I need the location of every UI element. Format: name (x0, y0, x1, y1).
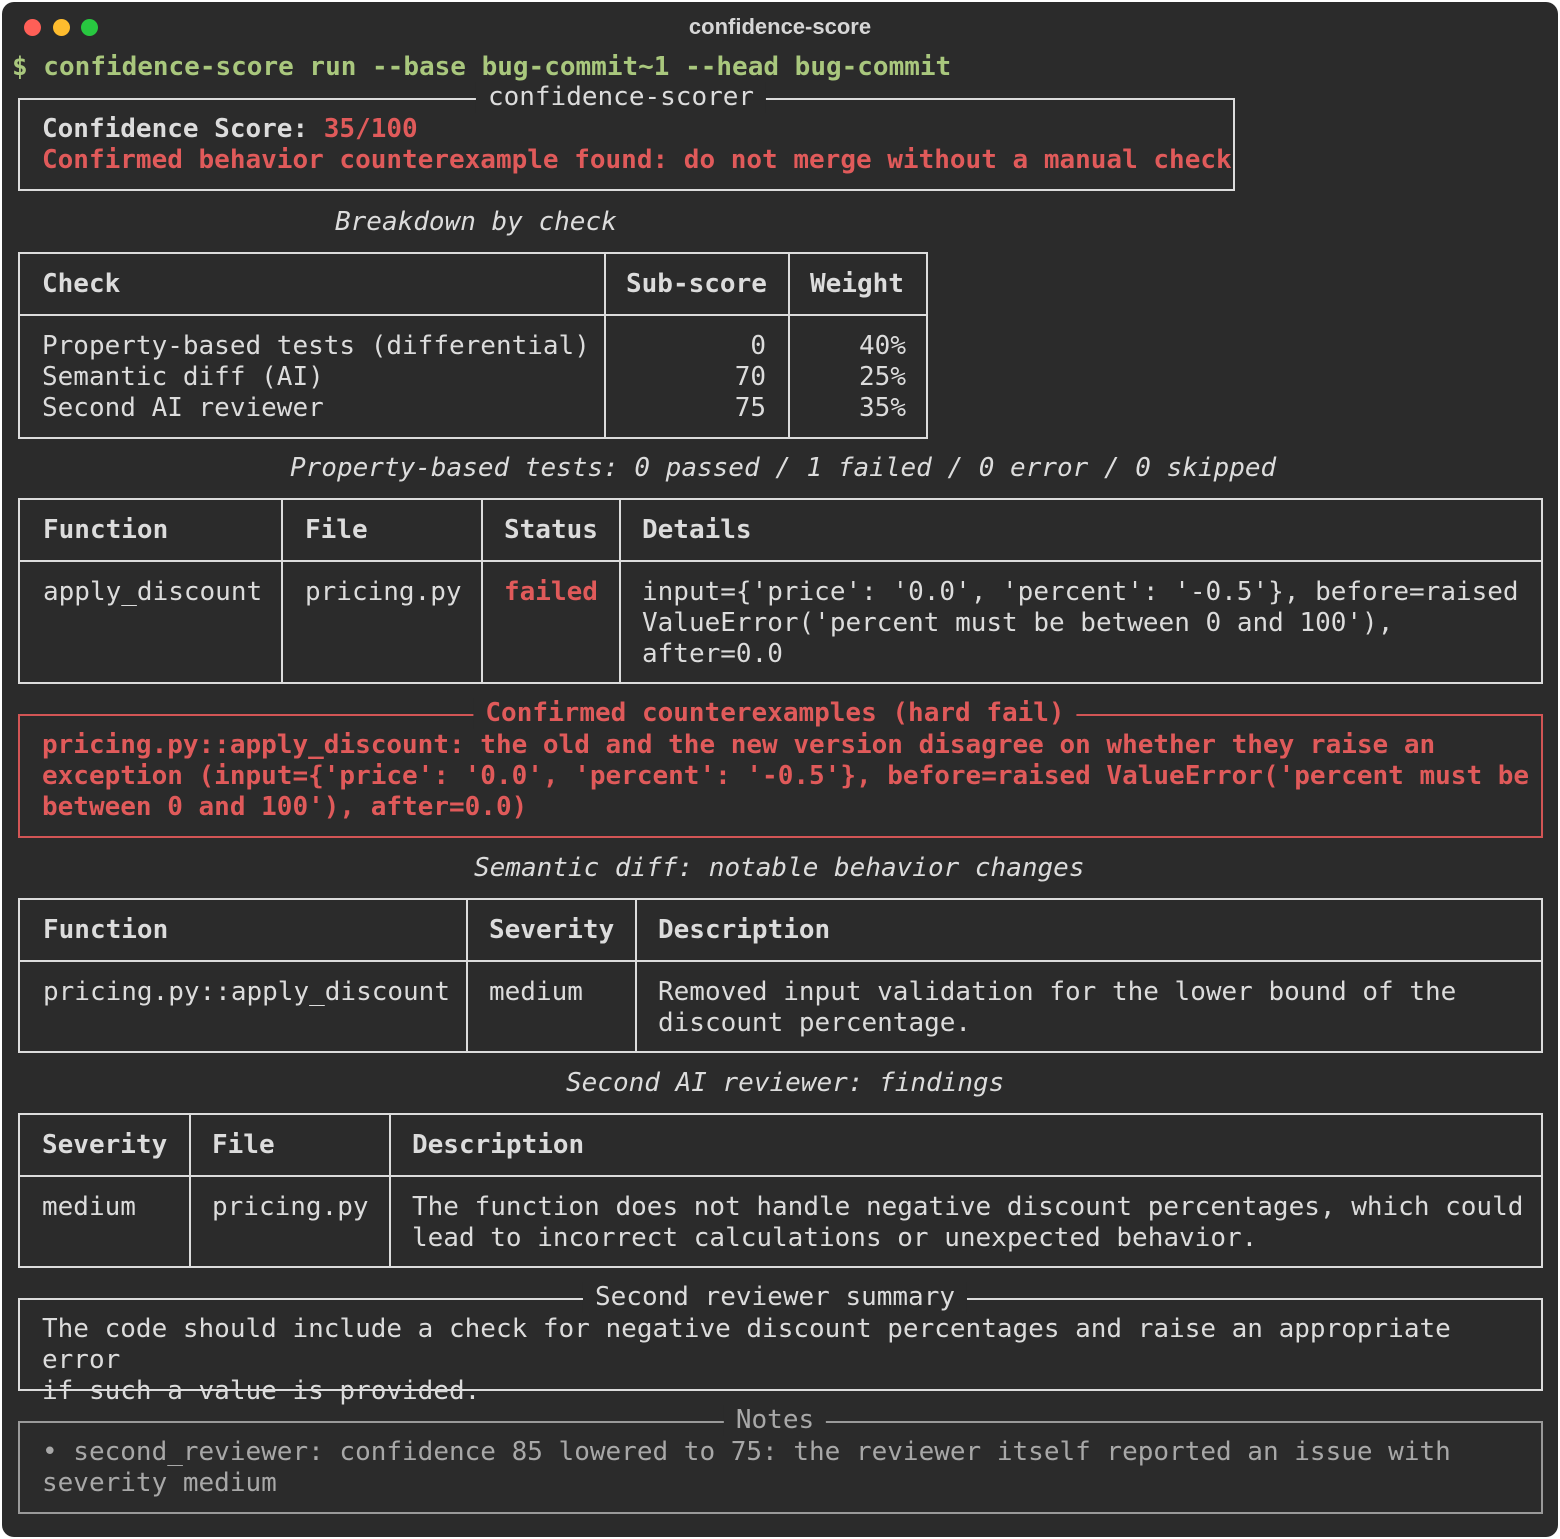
table-cell: Second AI reviewer (42, 393, 324, 423)
table-cell: pricing.py (212, 1192, 369, 1222)
counterexample-text: pricing.py::apply_discount: the old and … (42, 730, 1530, 822)
column-header: Sub-score (626, 269, 767, 299)
table-cell: input={'price': '0.0', 'percent': '-0.5'… (642, 577, 1519, 669)
column-header: Function (43, 515, 169, 545)
column-header: File (305, 515, 368, 545)
table-cell: 25% (859, 362, 906, 392)
column-header: Severity (489, 915, 615, 945)
table-cell: medium (489, 977, 583, 1007)
table-cell: 40% (859, 331, 906, 361)
terminal-window: confidence-score $ confidence-score run … (2, 2, 1558, 1537)
table-cell: 70 (734, 362, 766, 392)
column-header: Function (43, 915, 169, 945)
reviewer-caption: Second AI reviewer: findings (566, 1068, 1005, 1098)
column-header: Description (658, 915, 831, 945)
column-header: Details (642, 515, 752, 545)
table-cell: apply_discount (43, 577, 263, 607)
counterexamples-panel: Confirmed counterexamples (hard fail) pr… (18, 698, 1543, 838)
reviewer-findings-table: Severity File Description medium pricing… (18, 1113, 1543, 1268)
column-header: File (212, 1130, 275, 1160)
confidence-scorer-panel: confidence-scorer Confidence Score: 35/1… (18, 82, 1235, 191)
verdict-text: Confirmed behavior counterexample found:… (42, 145, 1232, 175)
pbt-table: Function File Status Details apply_disco… (18, 498, 1543, 684)
title-bar: confidence-score (2, 2, 1558, 52)
column-header: Check (42, 269, 121, 299)
table-cell: pricing.py (305, 577, 462, 607)
score-line: Confidence Score: 35/100 (42, 114, 418, 145)
panel-title: Second reviewer summary (582, 1282, 968, 1313)
table-cell: The function does not handle negative di… (412, 1192, 1524, 1253)
semantic-caption: Semantic diff: notable behavior changes (474, 853, 1085, 883)
reviewer-summary-panel: Second reviewer summary The code should … (18, 1282, 1543, 1406)
notes-panel: Notes • second_reviewer: confidence 85 l… (18, 1405, 1543, 1514)
column-header: Weight (810, 269, 904, 299)
table-cell: Property-based tests (differential) (42, 331, 590, 361)
table-cell: medium (42, 1192, 136, 1222)
column-header: Status (504, 515, 598, 545)
table-cell: Removed input validation for the lower b… (658, 977, 1457, 1038)
breakdown-table: Check Sub-score Weight Property-based te… (18, 252, 928, 439)
table-cell: Semantic diff (AI) (42, 362, 324, 392)
breakdown-caption: Breakdown by check (335, 207, 617, 237)
table-cell: 35% (859, 393, 906, 423)
panel-title: confidence-scorer (475, 82, 767, 113)
panel-title: Notes (723, 1405, 827, 1436)
summary-text: The code should include a check for nega… (42, 1314, 1451, 1406)
score-label: Confidence Score: (42, 114, 309, 144)
score-value: 35/100 (323, 114, 418, 144)
pbt-caption: Property-based tests: 0 passed / 1 faile… (290, 453, 1277, 483)
status-badge: failed (504, 577, 598, 607)
semantic-diff-table: Function Severity Description pricing.py… (18, 898, 1543, 1053)
panel-title: Confirmed counterexamples (hard fail) (473, 698, 1077, 729)
table-cell: 0 (750, 331, 766, 361)
column-header: Description (412, 1130, 585, 1160)
command-line: $ confidence-score run --base bug-commit… (12, 52, 952, 82)
notes-text: • second_reviewer: confidence 85 lowered… (42, 1437, 1451, 1498)
table-cell: pricing.py::apply_discount (43, 977, 450, 1007)
column-header: Severity (42, 1130, 168, 1160)
table-cell: 75 (734, 393, 766, 423)
window-title: confidence-score (688, 14, 872, 39)
